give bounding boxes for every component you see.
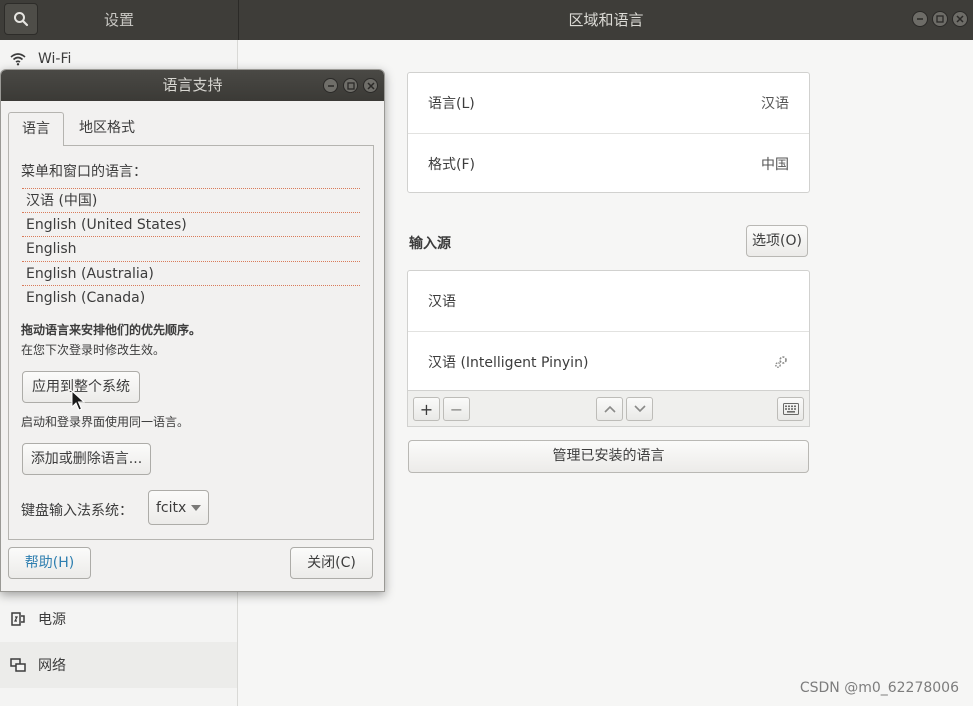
close-icon: [956, 15, 964, 23]
input-source-item[interactable]: 汉语 (Intelligent Pinyin): [408, 331, 809, 391]
list-item[interactable]: English (United States): [22, 213, 360, 237]
chevron-down-icon: [633, 405, 646, 413]
format-value: 中国: [761, 156, 789, 173]
sidebar-item-label: Wi-Fi: [38, 51, 72, 67]
wifi-icon: [10, 53, 26, 66]
power-icon: [11, 612, 25, 626]
move-up-button[interactable]: [596, 397, 623, 421]
format-label: 格式(F): [428, 156, 475, 173]
input-sources-list: 汉语 汉语 (Intelligent Pinyin): [407, 270, 810, 391]
minimize-button[interactable]: [912, 11, 928, 27]
sidebar-item-label: 网络: [38, 658, 66, 674]
settings-header: 设置 区域和语言: [0, 0, 973, 40]
minimize-icon: [917, 18, 923, 20]
apply-hint: 启动和登录界面使用同一语言。: [21, 415, 190, 429]
keyboard-icon: [782, 403, 799, 415]
language-row[interactable]: 语言(L) 汉语: [408, 73, 809, 133]
close-icon: [366, 81, 375, 90]
input-method-select[interactable]: fcitx: [148, 490, 209, 525]
watermark: CSDN @m0_62278006: [799, 680, 959, 696]
menu-language-label: 菜单和窗口的语言：: [21, 164, 147, 180]
move-down-button[interactable]: [626, 397, 653, 421]
list-item[interactable]: English (Canada): [22, 286, 360, 306]
drag-hint-bold: 拖动语言来安排他们的优先顺序。: [21, 323, 202, 337]
list-item[interactable]: English (Australia): [22, 262, 360, 286]
add-icon: +: [419, 399, 434, 419]
close-window-button[interactable]: [952, 11, 968, 27]
format-row[interactable]: 格式(F) 中国: [408, 133, 809, 193]
maximize-icon: [346, 81, 355, 90]
drag-hint: 在您下次登录时修改生效。: [21, 343, 166, 357]
options-button[interactable]: 选项(O): [746, 225, 808, 257]
add-input-source-button[interactable]: +: [413, 397, 440, 421]
close-button[interactable]: 关闭(C): [290, 547, 373, 579]
mouse-cursor-icon: [71, 390, 85, 411]
language-tab-panel: 菜单和窗口的语言： 汉语 (中国) English (United States…: [8, 145, 374, 540]
sidebar-item-label: 电源: [38, 612, 66, 628]
input-method-label: 键盘输入法系统：: [21, 503, 133, 519]
help-button[interactable]: 帮助(H): [8, 547, 91, 579]
minimize-icon: [327, 84, 334, 87]
dialog-maximize-button[interactable]: [343, 78, 358, 93]
list-item[interactable]: English: [22, 237, 360, 262]
gear-icon[interactable]: [773, 354, 789, 370]
list-item[interactable]: 汉语 (中国): [22, 188, 360, 213]
input-sources-title: 输入源: [409, 236, 451, 252]
language-support-dialog: 语言支持 语言 地区格式 菜单和窗口的语言： 汉语 (中国) English (…: [0, 69, 385, 592]
sidebar-item-power[interactable]: 电源: [0, 596, 237, 642]
maximize-icon: [936, 15, 944, 23]
manage-installed-languages-button[interactable]: 管理已安装的语言: [408, 440, 809, 473]
dropdown-arrow-icon: [191, 504, 201, 511]
chevron-up-icon: [603, 405, 616, 413]
input-source-label: 汉语 (Intelligent Pinyin): [428, 354, 589, 371]
tab-regional-formats[interactable]: 地区格式: [66, 112, 148, 146]
main-title: 区域和语言: [568, 11, 644, 29]
input-method-value: fcitx: [156, 499, 187, 516]
sidebar-item-network[interactable]: 网络: [0, 642, 237, 688]
input-source-item[interactable]: 汉语: [408, 271, 809, 331]
dialog-minimize-button[interactable]: [323, 78, 338, 93]
input-source-label: 汉语: [428, 294, 456, 310]
language-list[interactable]: 汉语 (中国) English (United States) English …: [22, 188, 360, 306]
input-sources-toolbar: + −: [407, 391, 810, 427]
maximize-button[interactable]: [932, 11, 948, 27]
language-format-card: 语言(L) 汉语 格式(F) 中国: [407, 72, 810, 193]
remove-icon: −: [449, 399, 464, 419]
sidebar-title: 设置: [103, 11, 134, 29]
dialog-header: 语言支持: [1, 70, 384, 101]
tab-language[interactable]: 语言: [8, 112, 64, 146]
add-remove-languages-button[interactable]: 添加或删除语言...: [22, 443, 151, 475]
dialog-close-button[interactable]: [363, 78, 378, 93]
language-label: 语言(L): [428, 96, 475, 112]
network-icon: [10, 658, 26, 672]
keyboard-layout-button[interactable]: [777, 397, 804, 421]
language-value: 汉语: [761, 96, 789, 112]
remove-input-source-button[interactable]: −: [443, 397, 470, 421]
